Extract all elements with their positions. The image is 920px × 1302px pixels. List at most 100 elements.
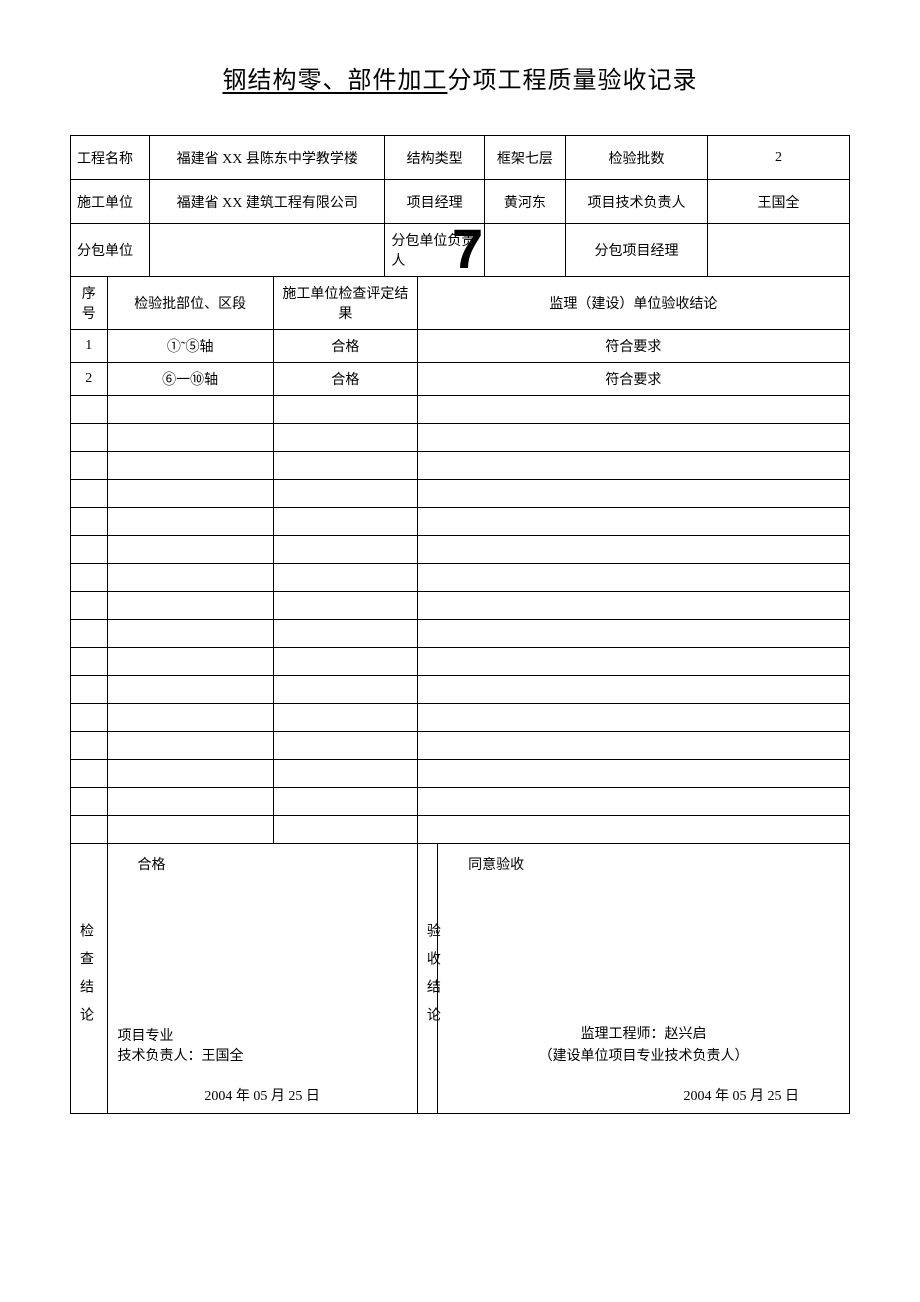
row-location [107, 564, 273, 592]
subcontract-unit-value [150, 224, 385, 277]
title-underlined: 钢结构零、部件加工 [223, 68, 448, 94]
project-name-value: 福建省 XX 县陈东中学教学楼 [150, 136, 385, 180]
row-seq [71, 396, 108, 424]
row-seq [71, 732, 108, 760]
table-row [71, 480, 850, 508]
row-location [107, 508, 273, 536]
table-row [71, 592, 850, 620]
row-supervision-result: 符合要求 [417, 363, 849, 396]
row-supervision-result [417, 508, 849, 536]
row-construction-result [273, 676, 417, 704]
row-construction-result [273, 564, 417, 592]
project-name-label: 工程名称 [71, 136, 150, 180]
row-seq [71, 620, 108, 648]
row-location: ①˜⑤轴 [107, 330, 273, 363]
row-location [107, 452, 273, 480]
inspection-batch-value: 2 [707, 136, 849, 180]
row-supervision-result [417, 788, 849, 816]
row-seq: 2 [71, 363, 108, 396]
row-construction-result [273, 620, 417, 648]
row-seq [71, 536, 108, 564]
row-seq: 1 [71, 330, 108, 363]
table-row [71, 536, 850, 564]
page-title: 钢结构零、部件加工分项工程质量验收记录 [70, 60, 850, 95]
row-supervision-result [417, 452, 849, 480]
row-supervision-result [417, 704, 849, 732]
row-construction-result [273, 424, 417, 452]
table-row [71, 452, 850, 480]
table-row [71, 704, 850, 732]
check-conclusion-label: 检查结论 [71, 844, 108, 1114]
subcontract-unit-label: 分包单位 [71, 224, 150, 277]
table-row [71, 676, 850, 704]
row-supervision-result [417, 620, 849, 648]
row-location [107, 480, 273, 508]
col-construction-result: 施工单位检查评定结果 [273, 277, 417, 330]
row-construction-result: 合格 [273, 363, 417, 396]
row-construction-result [273, 592, 417, 620]
row-supervision-result [417, 676, 849, 704]
row-seq [71, 592, 108, 620]
row-location [107, 592, 273, 620]
table-row [71, 760, 850, 788]
row-location [107, 704, 273, 732]
acceptance-record-table: 工程名称 福建省 XX 县陈东中学教学楼 结构类型 框架七层 检验批数 2 施工… [70, 135, 850, 1114]
table-row: 2⑥一⑩轴合格符合要求 [71, 363, 850, 396]
accept-signer-line1: 监理工程师：赵兴启 [448, 1023, 839, 1043]
row-supervision-result: 符合要求 [417, 330, 849, 363]
check-signer-line1: 项目专业 [118, 1025, 407, 1045]
row-location [107, 648, 273, 676]
subcontract-pm-label: 分包项目经理 [565, 224, 707, 277]
row-construction-result: 合格 [273, 330, 417, 363]
accept-date: 2004 年 05 月 25 日 [448, 1085, 839, 1105]
table-row [71, 564, 850, 592]
tech-lead-label: 项目技术负责人 [565, 180, 707, 224]
row-seq [71, 564, 108, 592]
row-location [107, 788, 273, 816]
col-supervision-result: 监理（建设）单位验收结论 [417, 277, 849, 330]
row-construction-result [273, 536, 417, 564]
row-construction-result [273, 648, 417, 676]
row-supervision-result [417, 592, 849, 620]
table-row: 1①˜⑤轴合格符合要求 [71, 330, 850, 363]
table-row [71, 424, 850, 452]
row-location [107, 424, 273, 452]
table-row [71, 816, 850, 844]
construction-unit-value: 福建省 XX 建筑工程有限公司 [150, 180, 385, 224]
row-supervision-result [417, 564, 849, 592]
inspection-batch-label: 检验批数 [565, 136, 707, 180]
row-supervision-result [417, 732, 849, 760]
check-signer-line2: 技术负责人：王国全 [118, 1045, 407, 1065]
row-supervision-result [417, 480, 849, 508]
row-construction-result [273, 480, 417, 508]
row-supervision-result [417, 816, 849, 844]
row-supervision-result [417, 648, 849, 676]
row-location [107, 396, 273, 424]
row-location [107, 676, 273, 704]
row-construction-result [273, 452, 417, 480]
row-construction-result [273, 816, 417, 844]
row-supervision-result [417, 536, 849, 564]
row-construction-result [273, 788, 417, 816]
row-seq [71, 480, 108, 508]
project-manager-label: 项目经理 [385, 180, 484, 224]
accept-result: 同意验收 [448, 852, 839, 874]
structure-type-value: 框架七层 [484, 136, 565, 180]
row-location: ⑥一⑩轴 [107, 363, 273, 396]
row-location [107, 816, 273, 844]
table-row [71, 620, 850, 648]
accept-signer-line2: （建设单位项目专业技术负责人） [448, 1045, 839, 1065]
row-seq [71, 816, 108, 844]
tech-lead-value: 王国全 [707, 180, 849, 224]
subcontract-lead-value [484, 224, 565, 277]
table-row [71, 396, 850, 424]
row-construction-result [273, 508, 417, 536]
row-supervision-result [417, 424, 849, 452]
row-construction-result [273, 704, 417, 732]
row-supervision-result [417, 760, 849, 788]
check-conclusion-body: 合格 项目专业 技术负责人：王国全 2004 年 05 月 25 日 [107, 844, 417, 1114]
row-location [107, 760, 273, 788]
accept-conclusion-label: 验收结论 [417, 844, 437, 1114]
row-seq [71, 760, 108, 788]
accept-conclusion-body: 同意验收 监理工程师：赵兴启 （建设单位项目专业技术负责人） 2004 年 05… [438, 844, 850, 1114]
